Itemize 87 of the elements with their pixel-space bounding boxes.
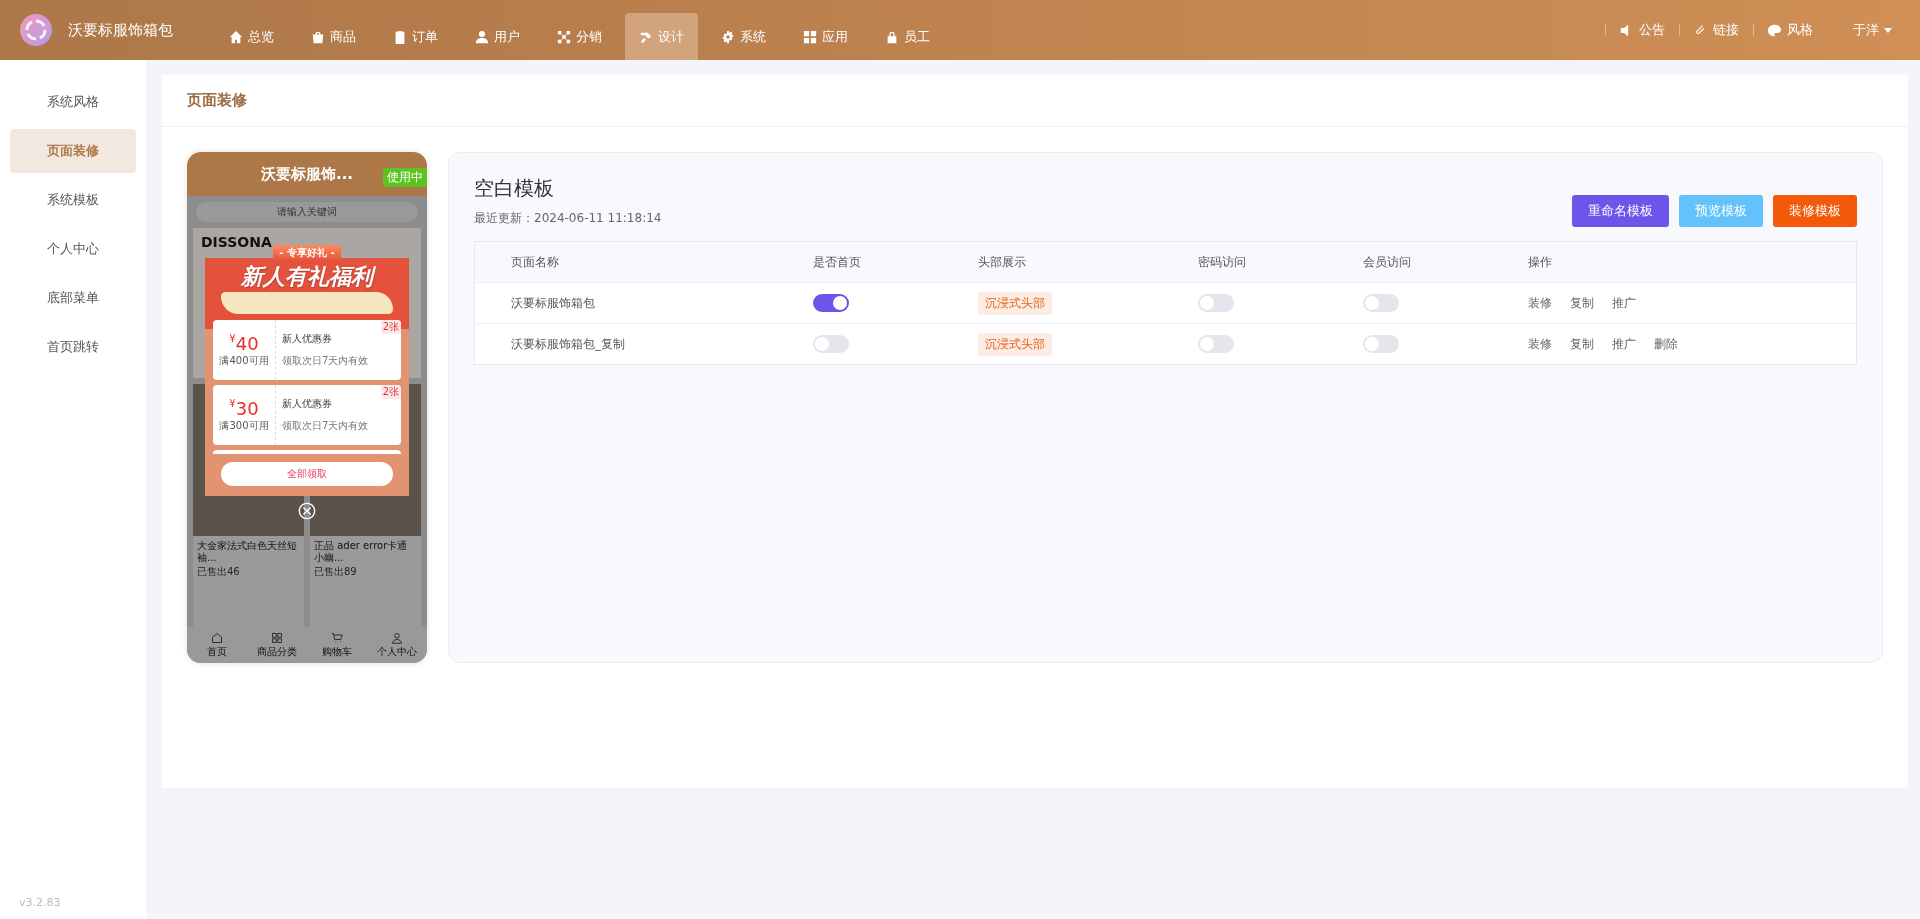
tag: 沉浸式头部 xyxy=(978,291,1052,315)
action-link[interactable]: 推广 xyxy=(1612,335,1636,353)
cart-icon xyxy=(331,631,343,644)
nav-tab[interactable]: 总览 xyxy=(215,13,288,60)
template-button[interactable]: 重命名模板 xyxy=(1572,195,1669,227)
column-header: 会员访问 xyxy=(1363,253,1412,271)
sidebar-item[interactable]: 页面装修 xyxy=(10,129,136,173)
column-header: 是否首页 xyxy=(813,253,862,271)
coupon-validity: 领取次日7天内有效 xyxy=(282,354,369,368)
toggle-switch[interactable] xyxy=(1363,335,1399,353)
toggle-switch[interactable] xyxy=(813,294,849,312)
action-link[interactable]: 装修 xyxy=(1528,294,1552,312)
action-link[interactable]: 复制 xyxy=(1570,335,1594,353)
page-title: 页面装修 xyxy=(187,91,247,110)
tab-bar-item[interactable]: 个人中心 xyxy=(367,627,427,663)
toggle-switch[interactable] xyxy=(1198,335,1234,353)
sidebar-item[interactable]: 个人中心 xyxy=(10,227,136,271)
column-header: 密码访问 xyxy=(1198,253,1247,271)
tab-bar-item[interactable]: 首页 xyxy=(187,627,247,663)
nav-tab[interactable]: 应用 xyxy=(789,13,862,60)
home-icon xyxy=(211,631,223,644)
coupon-count: 2张 xyxy=(380,320,401,334)
column-header: 页面名称 xyxy=(511,253,560,271)
column-header: 头部展示 xyxy=(978,253,1027,271)
table-cell-text: 沃要标服饰箱包_复制 xyxy=(511,335,626,353)
version-label: v3.2.83 xyxy=(19,896,61,909)
search-field[interactable]: 请输入关键词 xyxy=(196,202,418,222)
toggle-switch[interactable] xyxy=(1363,294,1399,312)
action-link[interactable]: 推广 xyxy=(1612,294,1636,312)
sidebar-item[interactable]: 系统风格 xyxy=(10,80,136,124)
coupon-amount: ¥30 xyxy=(229,397,259,419)
claim-all-button[interactable]: 全部领取 xyxy=(221,462,393,486)
lock-icon xyxy=(885,29,899,44)
tab-bar-item[interactable]: 商品分类 xyxy=(247,627,307,663)
nav-tab[interactable]: 订单 xyxy=(379,13,452,60)
action-link[interactable]: 删除 xyxy=(1654,335,1678,353)
coupon-condition: 满300可用 xyxy=(219,418,269,433)
nav-tab[interactable]: 分销 xyxy=(543,13,616,60)
clipboard-icon xyxy=(393,29,407,44)
nav-tab[interactable]: 员工 xyxy=(871,13,944,60)
toggle-switch[interactable] xyxy=(813,335,849,353)
coupon-amount: ¥40 xyxy=(229,332,259,354)
last-updated: 最近更新：2024-06-11 11:18:14 xyxy=(474,210,662,227)
bag-icon xyxy=(311,29,325,44)
tag: 沉浸式头部 xyxy=(978,332,1052,356)
banner-brand: DISSONA xyxy=(201,234,272,250)
coupon-count: 2张 xyxy=(380,385,401,399)
home-icon xyxy=(229,29,243,44)
template-name: 空白模板 xyxy=(474,175,555,202)
brand-name: 沃要标服饰箱包 xyxy=(68,20,173,40)
sold-count: 已售出89 xyxy=(313,565,358,579)
logo-icon xyxy=(20,14,52,46)
grid-icon xyxy=(803,29,817,44)
ribbon-label: - 专享好礼 - xyxy=(273,245,341,261)
action-link[interactable]: 装修 xyxy=(1528,335,1552,353)
user-icon xyxy=(391,631,403,644)
sidebar-item[interactable]: 首页跳转 xyxy=(10,325,136,369)
action-link[interactable]: 复制 xyxy=(1570,294,1594,312)
template-button[interactable]: 装修模板 xyxy=(1773,195,1857,227)
header-link[interactable]: 公告 xyxy=(1620,21,1665,39)
nav-tab[interactable]: 用户 xyxy=(461,13,534,60)
header-link[interactable]: 风格 xyxy=(1768,21,1813,39)
preview-title: 沃要标服饰... xyxy=(260,164,354,184)
tab-bar-item[interactable]: 购物车 xyxy=(307,627,367,663)
column-header: 操作 xyxy=(1528,253,1553,271)
coupon-name: 新人优惠券 xyxy=(282,332,333,346)
sidebar-item[interactable]: 系统模板 xyxy=(10,178,136,222)
sidebar-item[interactable]: 底部菜单 xyxy=(10,276,136,320)
product-title: 大金家法式白色天丝短袖... xyxy=(196,539,298,565)
header-link[interactable]: 链接 xyxy=(1694,21,1739,39)
nav-tab[interactable]: 系统 xyxy=(707,13,780,60)
settings-icon xyxy=(721,29,735,44)
coupon-condition: 满400可用 xyxy=(219,353,269,368)
table-cell-text: 沃要标服饰箱包 xyxy=(511,294,596,312)
user-menu[interactable]: 于洋 xyxy=(1853,21,1892,39)
status-badge: 使用中 xyxy=(383,168,427,187)
toggle-switch[interactable] xyxy=(1198,294,1234,312)
paperclip-icon xyxy=(1694,23,1707,37)
caret-icon xyxy=(1884,27,1892,33)
user-icon xyxy=(475,29,489,44)
palette-icon xyxy=(1768,23,1781,37)
grid-icon xyxy=(271,631,283,644)
product-title: 正品 ader error卡通小幽... xyxy=(313,539,409,565)
sold-count: 已售出46 xyxy=(196,565,241,579)
nav-tab[interactable]: 商品 xyxy=(297,13,370,60)
network-icon xyxy=(557,29,571,44)
close-icon[interactable] xyxy=(298,502,316,520)
